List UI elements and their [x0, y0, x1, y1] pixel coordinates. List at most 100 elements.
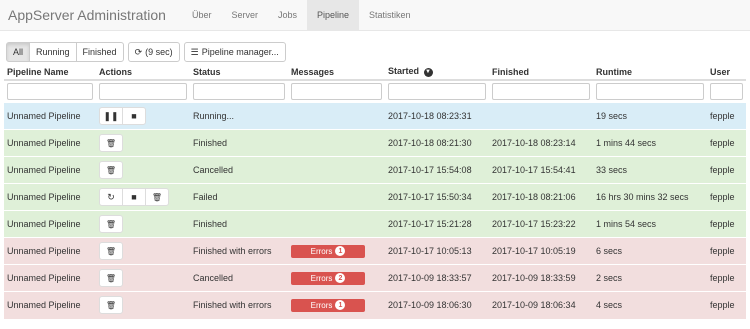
refresh-button[interactable]: ⟳ (9 sec) — [127, 42, 180, 62]
errors-label: Errors — [310, 300, 333, 310]
delete-button[interactable]: 🗑 — [99, 242, 123, 260]
actions-cell: 🗑 — [96, 156, 190, 184]
started-cell: 2017-10-17 10:05:13 — [385, 237, 489, 265]
user-cell: fepple — [707, 210, 746, 238]
messages-cell — [288, 183, 385, 211]
filter-actions-input[interactable] — [99, 83, 187, 100]
finished-cell: 2017-10-17 15:23:22 — [489, 210, 593, 238]
error-count-badge: 1 — [335, 246, 346, 256]
user-cell: fepple — [707, 129, 746, 157]
trash-icon: 🗑 — [105, 138, 117, 148]
runtime-cell: 6 secs — [593, 237, 707, 265]
delete-button[interactable]: 🗑 — [99, 215, 123, 233]
stop-button[interactable]: ■ — [122, 188, 146, 206]
delete-button[interactable]: 🗑 — [99, 134, 123, 152]
runtime-cell: 2 secs — [593, 264, 707, 292]
pipeline-name-cell: Unnamed Pipeline — [4, 264, 96, 292]
delete-button[interactable]: 🗑 — [145, 188, 169, 206]
pipeline-manager-label: Pipeline manager... — [201, 47, 279, 57]
started-cell: 2017-10-09 18:33:57 — [385, 264, 489, 292]
filter-running-button[interactable]: Running — [29, 42, 77, 62]
stop-icon: ■ — [131, 111, 137, 121]
trash-icon: 🗑 — [105, 273, 117, 283]
filter-name-input[interactable] — [7, 83, 93, 100]
pipeline-name-cell: Unnamed Pipeline — [4, 102, 96, 130]
trash-icon: 🗑 — [151, 192, 163, 202]
trash-icon: 🗑 — [105, 219, 117, 229]
finished-cell: 2017-10-18 08:23:14 — [489, 129, 593, 157]
filter-status-input[interactable] — [193, 83, 285, 100]
table-row: Unnamed Pipeline 🗑 Cancelled 2017-10-17 15:… — [4, 156, 746, 184]
runtime-cell: 19 secs — [593, 102, 707, 130]
filter-all-button[interactable]: All — [6, 42, 31, 62]
table-row: Unnamed Pipeline 🗑 Finished 2017-10-17 15:2… — [4, 210, 746, 238]
nav-item-pipeline[interactable]: Pipeline — [307, 0, 360, 31]
runtime-cell: 16 hrs 30 mins 32 secs — [593, 183, 707, 211]
row-action-group: ↻ ■ 🗑 — [99, 188, 169, 206]
col-header-messages: Messages — [288, 64, 385, 81]
pause-button[interactable]: ❚❚ — [99, 107, 123, 125]
status-cell: Failed — [190, 183, 288, 211]
table-header-row: Pipeline Name Actions Status Messages St… — [4, 64, 746, 81]
finished-cell: 2017-10-09 18:06:34 — [489, 291, 593, 319]
finished-cell: 2017-10-17 15:54:41 — [489, 156, 593, 184]
table-row: Unnamed Pipeline ❚❚ ■ Running... 2017-10-18 … — [4, 102, 746, 130]
app-brand[interactable]: AppServer Administration — [8, 7, 166, 23]
list-icon: ☰ — [190, 46, 199, 57]
delete-button[interactable]: 🗑 — [99, 269, 123, 287]
pause-icon: ❚❚ — [103, 110, 119, 121]
col-header-finished: Finished — [489, 64, 593, 81]
messages-cell — [288, 210, 385, 238]
restart-icon: ↻ — [107, 191, 115, 202]
pipeline-manager-button[interactable]: ☰ Pipeline manager... — [183, 42, 286, 62]
row-action-group: 🗑 — [99, 134, 123, 152]
col-header-started[interactable]: Started ▼ — [385, 64, 489, 81]
restart-button[interactable]: ↻ — [99, 188, 123, 206]
started-cell: 2017-10-18 08:21:30 — [385, 129, 489, 157]
refresh-interval-label: (9 sec) — [145, 47, 173, 57]
filter-row — [4, 80, 746, 103]
error-count-badge: 2 — [335, 273, 346, 283]
col-header-runtime: Runtime — [593, 64, 707, 81]
finished-cell — [489, 102, 593, 130]
user-cell: fepple — [707, 291, 746, 319]
row-action-group: 🗑 — [99, 269, 123, 287]
started-cell: 2017-10-17 15:21:28 — [385, 210, 489, 238]
delete-button[interactable]: 🗑 — [99, 161, 123, 179]
messages-cell — [288, 156, 385, 184]
table-row: Unnamed Pipeline 🗑 Finished 2017-10-18 08:2… — [4, 129, 746, 157]
error-count-badge: 1 — [335, 300, 346, 311]
status-cell: Cancelled — [190, 264, 288, 292]
filter-started-input[interactable] — [388, 83, 486, 100]
errors-button[interactable]: Errors 1 — [291, 244, 365, 258]
filter-messages-input[interactable] — [291, 83, 382, 100]
pipeline-rows: Unnamed Pipeline ❚❚ ■ Running... 2017-10-18 … — [4, 102, 746, 319]
messages-cell: Errors 1 — [288, 291, 385, 319]
stop-button[interactable]: ■ — [122, 107, 146, 125]
actions-cell: 🗑 — [96, 129, 190, 157]
nav-item-ueber[interactable]: Über — [182, 0, 222, 31]
filter-user-input[interactable] — [710, 83, 743, 100]
nav-item-statistiken[interactable]: Statistiken — [359, 0, 421, 31]
actions-cell: 🗑 — [96, 210, 190, 238]
errors-button[interactable]: Errors 2 — [291, 271, 365, 285]
filter-finished-button[interactable]: Finished — [75, 42, 124, 62]
filter-runtime-input[interactable] — [596, 83, 704, 100]
delete-button[interactable]: 🗑 — [99, 296, 123, 315]
errors-button[interactable]: Errors 1 — [291, 298, 365, 312]
pipeline-name-cell: Unnamed Pipeline — [4, 156, 96, 184]
table-row: Unnamed Pipeline 🗑 Finished with errors Err… — [4, 237, 746, 265]
pipeline-name-cell: Unnamed Pipeline — [4, 237, 96, 265]
actions-cell: 🗑 — [96, 237, 190, 265]
filter-finished-input[interactable] — [492, 83, 590, 100]
started-cell: 2017-10-09 18:06:30 — [385, 291, 489, 319]
pipeline-name-cell: Unnamed Pipeline — [4, 210, 96, 238]
user-cell: fepple — [707, 237, 746, 265]
pipeline-table: Pipeline Name Actions Status Messages St… — [4, 64, 746, 319]
nav-item-server[interactable]: Server — [221, 0, 268, 31]
actions-cell: 🗑 — [96, 264, 190, 292]
finished-cell: 2017-10-09 18:33:59 — [489, 264, 593, 292]
nav-item-jobs[interactable]: Jobs — [268, 0, 307, 31]
finished-cell: 2017-10-17 10:05:19 — [489, 237, 593, 265]
trash-icon: 🗑 — [105, 165, 117, 175]
